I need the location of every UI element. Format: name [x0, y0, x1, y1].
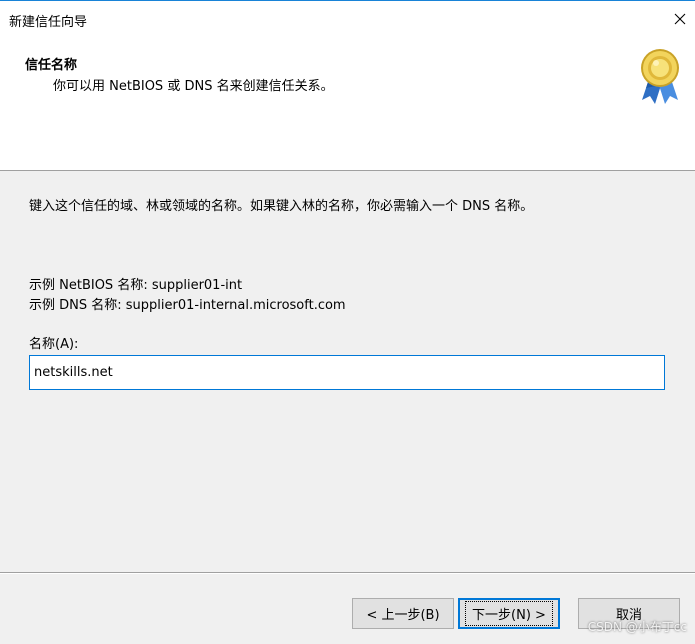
trust-name-input[interactable] — [29, 355, 665, 390]
name-label: 名称(A): — [29, 337, 79, 352]
example-dns-text: 示例 DNS 名称: supplier01-internal.microsoft… — [29, 298, 346, 313]
instruction-text: 键入这个信任的域、林或领域的名称。如果键入林的名称，你必需输入一个 DNS 名称… — [29, 199, 534, 214]
title-bar: 新建信任向导 — [0, 1, 695, 37]
next-button[interactable]: 下一步(N) > — [458, 598, 560, 629]
next-button-label: 下一步(N) > — [465, 601, 553, 626]
page-subtitle: 你可以用 NetBIOS 或 DNS 名来创建信任关系。 — [53, 79, 334, 94]
new-trust-wizard-dialog: 新建信任向导 信任名称 你可以用 NetBIOS 或 DNS 名来创建信任关系。… — [0, 0, 695, 644]
window-title: 新建信任向导 — [9, 15, 88, 30]
footer-divider — [0, 572, 695, 574]
example-netbios-text: 示例 NetBIOS 名称: supplier01-int — [29, 278, 243, 293]
award-ribbon-icon — [641, 49, 679, 104]
watermark-text: CSDN @小布丁cc — [587, 620, 687, 634]
back-button[interactable]: < 上一步(B) — [352, 598, 454, 629]
page-title: 信任名称 — [25, 58, 78, 73]
close-button[interactable] — [665, 1, 695, 37]
wizard-header: 信任名称 你可以用 NetBIOS 或 DNS 名来创建信任关系。 — [0, 37, 695, 171]
close-icon — [674, 13, 686, 25]
